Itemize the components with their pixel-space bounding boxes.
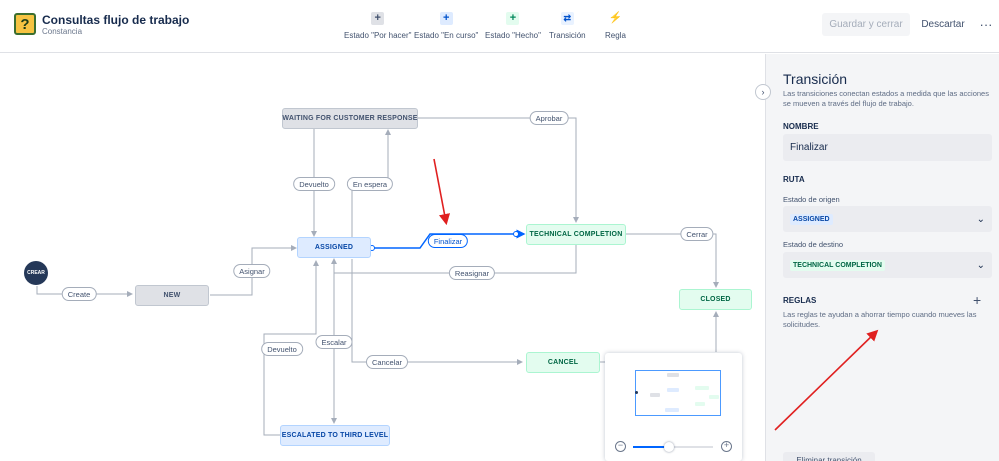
transition-name-input[interactable]: Finalizar: [783, 134, 992, 161]
collapse-panel-chevron-icon[interactable]: ›: [755, 84, 771, 100]
chevron-down-icon: ⌄: [976, 259, 985, 271]
status-waiting-for-customer-response[interactable]: WAITING FOR CUSTOMER RESPONSE: [282, 108, 418, 129]
workflow-canvas[interactable]: CREAR WAITING FOR CUSTOMER RESPONSE ASSI…: [0, 54, 765, 461]
zoom-slider[interactable]: [633, 442, 713, 452]
transition-label-reasignar[interactable]: Reasignar: [448, 266, 496, 280]
edge-cancelar[interactable]: [351, 259, 523, 365]
status-technical-completion[interactable]: TECHNICAL COMPLETION: [526, 224, 626, 245]
transition-label-devuelto-bottom[interactable]: Devuelto: [261, 342, 303, 356]
minimap-node: [667, 388, 679, 392]
create-start-node[interactable]: CREAR: [24, 261, 48, 285]
canvas-minimap[interactable]: − +: [605, 353, 742, 461]
add-done-status-button[interactable]: + Estado "Hecho": [485, 12, 541, 40]
transition-details-panel: Transición Las transiciones conectan est…: [765, 54, 999, 461]
minimap-node: [650, 393, 660, 397]
transition-label-cerrar[interactable]: Cerrar: [680, 227, 714, 241]
edge-aprobar[interactable]: [418, 117, 579, 223]
status-cancel[interactable]: CANCEL: [526, 352, 600, 373]
workflow-subtitle: Constancia: [42, 27, 83, 36]
status-assigned[interactable]: ASSIGNED: [297, 237, 371, 258]
name-section-label: NOMBRE: [783, 122, 819, 131]
transition-label-asignar[interactable]: Asignar: [233, 264, 271, 278]
plus-icon: +: [439, 12, 453, 25]
transition-label-en-espera[interactable]: En espera: [346, 177, 394, 191]
minimap-start: [635, 391, 638, 394]
destination-status-select[interactable]: TECHNICAL COMPLETION ⌄: [783, 252, 992, 278]
lightning-icon: ⚡: [608, 12, 623, 24]
transition-label-escalar[interactable]: Escalar: [315, 335, 353, 349]
status-closed[interactable]: CLOSED: [679, 289, 752, 310]
transition-label-finalizar[interactable]: Finalizar: [427, 234, 469, 248]
editor-header: ? Consultas flujo de trabajo Constancia …: [0, 0, 999, 53]
workflow-title: Consultas flujo de trabajo: [42, 13, 190, 27]
route-section-label: RUTA: [783, 175, 805, 184]
edge-finalizar-end-handle[interactable]: [513, 231, 519, 237]
delete-transition-button[interactable]: Eliminar transición: [783, 452, 875, 461]
add-rule-plus-icon[interactable]: +: [973, 292, 981, 308]
minimap-node: [695, 402, 705, 406]
status-new[interactable]: NEW: [135, 285, 209, 306]
zoom-in-icon[interactable]: +: [721, 441, 732, 452]
transition-label-create[interactable]: Create: [61, 287, 97, 301]
project-icon: ?: [14, 13, 36, 35]
zoom-slider-thumb[interactable]: [664, 442, 674, 452]
transition-label-devuelto[interactable]: Devuelto: [293, 177, 335, 191]
origin-status-select[interactable]: ASSIGNED ⌄: [783, 206, 992, 232]
add-todo-status-button[interactable]: + Estado "Por hacer": [344, 12, 412, 40]
minimap-node: [665, 408, 679, 412]
transition-label-aprobar[interactable]: Aprobar: [529, 111, 569, 125]
destination-status-lozenge: TECHNICAL COMPLETION: [790, 259, 885, 271]
zoom-out-icon[interactable]: −: [615, 441, 626, 452]
origin-status-label: Estado de origen: [783, 195, 840, 204]
origin-status-lozenge: ASSIGNED: [790, 213, 833, 225]
transition-label-cancelar[interactable]: Cancelar: [365, 355, 409, 369]
rules-section-label: REGLAS: [783, 296, 817, 305]
destination-status-label: Estado de destino: [783, 240, 844, 249]
transition-icon: ⇄: [560, 12, 574, 25]
minimap-node: [695, 386, 709, 390]
panel-description: Las transiciones conectan estados a medi…: [783, 89, 989, 108]
edge-cerrar[interactable]: [626, 233, 719, 288]
discard-button[interactable]: Descartar: [916, 13, 970, 36]
more-options-icon[interactable]: ···: [977, 13, 995, 36]
minimap-node: [667, 373, 679, 377]
add-transition-button[interactable]: ⇄ Transición: [549, 12, 586, 40]
panel-title: Transición: [783, 71, 848, 87]
add-rule-button[interactable]: ⚡ Regla: [605, 12, 626, 41]
status-escalated-to-third-level[interactable]: ESCALATED TO THIRD LEVEL: [280, 425, 390, 446]
plus-icon: +: [506, 12, 520, 25]
plus-icon: +: [371, 12, 385, 25]
add-inprogress-status-button[interactable]: + Estado "En curso": [414, 12, 478, 40]
minimap-node: [709, 395, 719, 399]
chevron-down-icon: ⌄: [976, 213, 985, 225]
save-and-close-button[interactable]: Guardar y cerrar: [822, 13, 910, 36]
rules-description: Las reglas te ayudan a ahorrar tiempo cu…: [783, 310, 977, 329]
